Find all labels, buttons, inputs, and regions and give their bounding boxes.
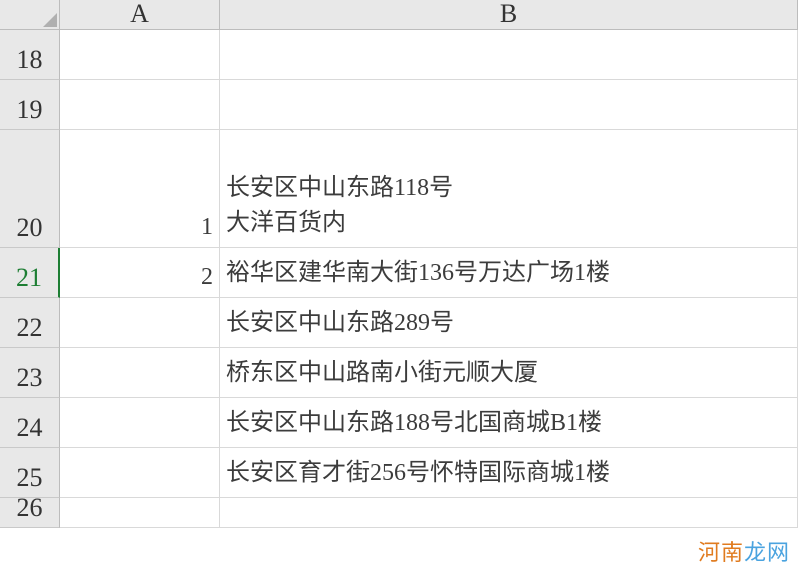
row-header[interactable]: 25 (0, 448, 60, 498)
column-header-B[interactable]: B (220, 0, 798, 30)
cell-A[interactable] (60, 498, 220, 528)
cell-B[interactable]: 裕华区建华南大街136号万达广场1楼 (220, 248, 798, 298)
cell-B[interactable] (220, 498, 798, 528)
cell-B[interactable]: 桥东区中山路南小街元顺大厦 (220, 348, 798, 398)
row-header[interactable]: 23 (0, 348, 60, 398)
watermark-part1: 河南 (698, 540, 744, 565)
column-header-A[interactable]: A (60, 0, 220, 30)
watermark-part2: 龙网 (744, 540, 790, 565)
row-header[interactable]: 20 (0, 130, 60, 248)
row-header[interactable]: 22 (0, 298, 60, 348)
row-header[interactable]: 18 (0, 30, 60, 80)
cell-B[interactable] (220, 80, 798, 130)
row-header[interactable]: 24 (0, 398, 60, 448)
cell-A[interactable] (60, 80, 220, 130)
cell-A[interactable] (60, 448, 220, 498)
cell-B[interactable]: 长安区育才街256号怀特国际商城1楼 (220, 448, 798, 498)
cell-A[interactable] (60, 30, 220, 80)
row-header[interactable]: 21 (0, 248, 60, 298)
cell-B[interactable] (220, 30, 798, 80)
cell-A[interactable] (60, 348, 220, 398)
cell-B[interactable]: 长安区中山东路289号 (220, 298, 798, 348)
row-header[interactable]: 19 (0, 80, 60, 130)
spreadsheet-grid: A B 18 19 20 1 长安区中山东路118号 大洋百货内 21 2 裕华… (0, 0, 798, 528)
cell-B[interactable]: 长安区中山东路188号北国商城B1楼 (220, 398, 798, 448)
cell-B[interactable]: 长安区中山东路118号 大洋百货内 (220, 130, 798, 248)
select-all-corner[interactable] (0, 0, 60, 30)
cell-A[interactable]: 1 (60, 130, 220, 248)
select-all-triangle-icon (43, 13, 57, 27)
cell-A[interactable] (60, 398, 220, 448)
cell-A[interactable] (60, 298, 220, 348)
watermark: 河南龙网 (698, 535, 790, 567)
cell-A[interactable]: 2 (60, 248, 220, 298)
row-header[interactable]: 26 (0, 498, 60, 528)
